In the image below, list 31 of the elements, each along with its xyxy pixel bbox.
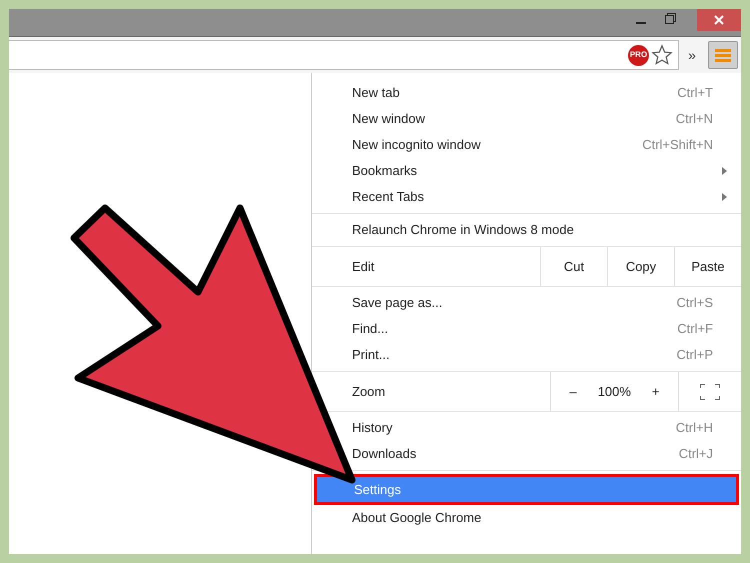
pro-badge[interactable]: PRO — [628, 44, 649, 66]
menu-label: Zoom — [351, 382, 386, 401]
edit-command-button[interactable]: Copy — [607, 247, 674, 286]
menu-item[interactable]: Relaunch Chrome in Windows 8 mode — [312, 217, 741, 243]
menu-item[interactable]: Recent Tabs — [312, 184, 741, 210]
edit-command-button[interactable]: Paste — [674, 247, 741, 286]
menu-icon — [715, 48, 731, 62]
submenu-arrow-icon — [722, 193, 727, 201]
menu-item[interactable]: New incognito window Ctrl+Shift+N — [312, 132, 741, 158]
menu-item[interactable]: Find... Ctrl+F — [312, 316, 741, 342]
menu-item[interactable]: Settings — [314, 474, 739, 505]
close-button[interactable] — [697, 9, 741, 31]
menu-item[interactable]: New window Ctrl+N — [312, 106, 741, 132]
restore-icon[interactable] — [665, 13, 676, 24]
minimize-icon[interactable] — [636, 22, 646, 25]
menu-item[interactable]: New tab Ctrl+T — [312, 80, 741, 106]
star-icon[interactable] — [651, 44, 673, 66]
close-icon — [714, 15, 724, 25]
menu-item[interactable]: Bookmarks — [312, 158, 741, 184]
menu-item[interactable]: Print... Ctrl+P — [312, 342, 741, 368]
menu-item[interactable]: Save page as... Ctrl+S — [312, 290, 741, 316]
menu-item[interactable]: About Google Chrome — [312, 505, 741, 531]
zoom-level: 100% — [598, 382, 631, 401]
zoom-in-button[interactable]: + — [652, 382, 660, 402]
overflow-button[interactable]: » — [679, 44, 705, 66]
menu-label: Edit — [351, 258, 376, 276]
submenu-arrow-icon — [722, 167, 727, 175]
address-bar[interactable]: PRO — [9, 40, 679, 70]
edit-command-button[interactable]: Cut — [540, 247, 607, 286]
zoom-out-button[interactable]: – — [569, 382, 577, 402]
fullscreen-icon[interactable] — [700, 384, 720, 400]
